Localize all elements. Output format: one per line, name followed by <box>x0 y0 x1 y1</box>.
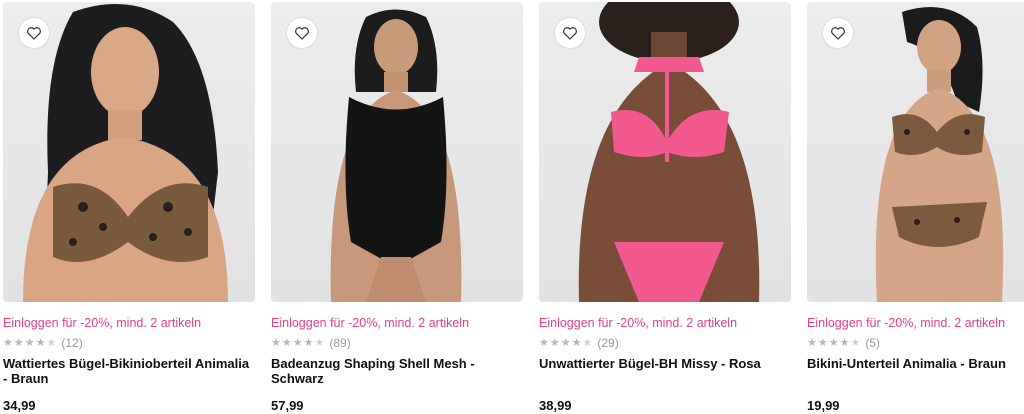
product-price: 38,99 <box>539 398 572 413</box>
product-price: 34,99 <box>3 398 36 413</box>
heart-outline-icon <box>831 27 845 40</box>
heart-outline-icon <box>295 27 309 40</box>
star-icon: ★ <box>817 336 828 349</box>
review-count: (29) <box>597 336 619 350</box>
product-card[interactable]: Einloggen für -20%, mind. 2 artikeln ★ ★… <box>539 0 791 414</box>
product-grid: Einloggen für -20%, mind. 2 artikeln ★ ★… <box>0 0 1024 414</box>
star-icon: ★ <box>292 336 303 349</box>
product-card[interactable]: Einloggen für -20%, mind. 2 artikeln ★ ★… <box>807 0 1024 414</box>
product-card[interactable]: Einloggen für -20%, mind. 2 artikeln ★ ★… <box>271 0 523 414</box>
product-title[interactable]: Unwattierter Bügel-BH Missy - Rosa <box>539 356 791 371</box>
review-count: (89) <box>329 336 351 350</box>
star-icon: ★ <box>3 336 13 349</box>
product-rating: ★ ★ ★ ★ ★ (5) <box>807 336 880 350</box>
star-rating: ★ ★ ★ ★ ★ <box>3 336 57 349</box>
star-rating: ★ ★ ★ ★ ★ <box>807 336 861 349</box>
heart-outline-icon <box>563 27 577 40</box>
wishlist-button[interactable] <box>555 18 585 48</box>
star-rating: ★ ★ ★ ★ ★ <box>539 336 593 349</box>
review-count: (5) <box>865 336 881 350</box>
product-title[interactable]: Bikini-Unterteil Animalia - Braun <box>807 356 1024 371</box>
product-image[interactable] <box>271 2 523 302</box>
product-price: 57,99 <box>271 398 304 413</box>
product-image[interactable] <box>807 2 1024 302</box>
login-discount-promo[interactable]: Einloggen für -20%, mind. 2 artikeln <box>3 316 201 330</box>
star-half-icon: ★ <box>46 336 57 349</box>
product-rating: ★ ★ ★ ★ ★ (89) <box>271 336 351 350</box>
star-half-icon: ★ <box>314 336 325 349</box>
product-price: 19,99 <box>807 398 840 413</box>
star-icon: ★ <box>539 336 549 349</box>
star-icon: ★ <box>35 336 46 349</box>
product-image[interactable] <box>539 2 791 302</box>
star-icon: ★ <box>828 336 839 349</box>
star-icon: ★ <box>13 336 24 349</box>
wishlist-button[interactable] <box>19 18 49 48</box>
product-rating: ★ ★ ★ ★ ★ (29) <box>539 336 619 350</box>
product-image[interactable] <box>3 2 255 302</box>
star-half-icon: ★ <box>582 336 593 349</box>
wishlist-button[interactable] <box>287 18 317 48</box>
login-discount-promo[interactable]: Einloggen für -20%, mind. 2 artikeln <box>271 316 469 330</box>
star-icon: ★ <box>549 336 560 349</box>
star-half-icon: ★ <box>850 336 861 349</box>
heart-outline-icon <box>27 27 41 40</box>
review-count: (12) <box>61 336 83 350</box>
star-icon: ★ <box>24 336 35 349</box>
star-icon: ★ <box>807 336 817 349</box>
product-title[interactable]: Badeanzug Shaping Shell Mesh - Schwarz <box>271 356 523 386</box>
login-discount-promo[interactable]: Einloggen für -20%, mind. 2 artikeln <box>807 316 1005 330</box>
star-icon: ★ <box>303 336 314 349</box>
star-icon: ★ <box>281 336 292 349</box>
wishlist-button[interactable] <box>823 18 853 48</box>
product-rating: ★ ★ ★ ★ ★ (12) <box>3 336 83 350</box>
product-title[interactable]: Wattiertes Bügel-Bikinioberteil Animalia… <box>3 356 255 386</box>
product-card[interactable]: Einloggen für -20%, mind. 2 artikeln ★ ★… <box>3 0 255 414</box>
star-icon: ★ <box>839 336 850 349</box>
star-icon: ★ <box>560 336 571 349</box>
star-icon: ★ <box>571 336 582 349</box>
star-rating: ★ ★ ★ ★ ★ <box>271 336 325 349</box>
star-icon: ★ <box>271 336 281 349</box>
login-discount-promo[interactable]: Einloggen für -20%, mind. 2 artikeln <box>539 316 737 330</box>
